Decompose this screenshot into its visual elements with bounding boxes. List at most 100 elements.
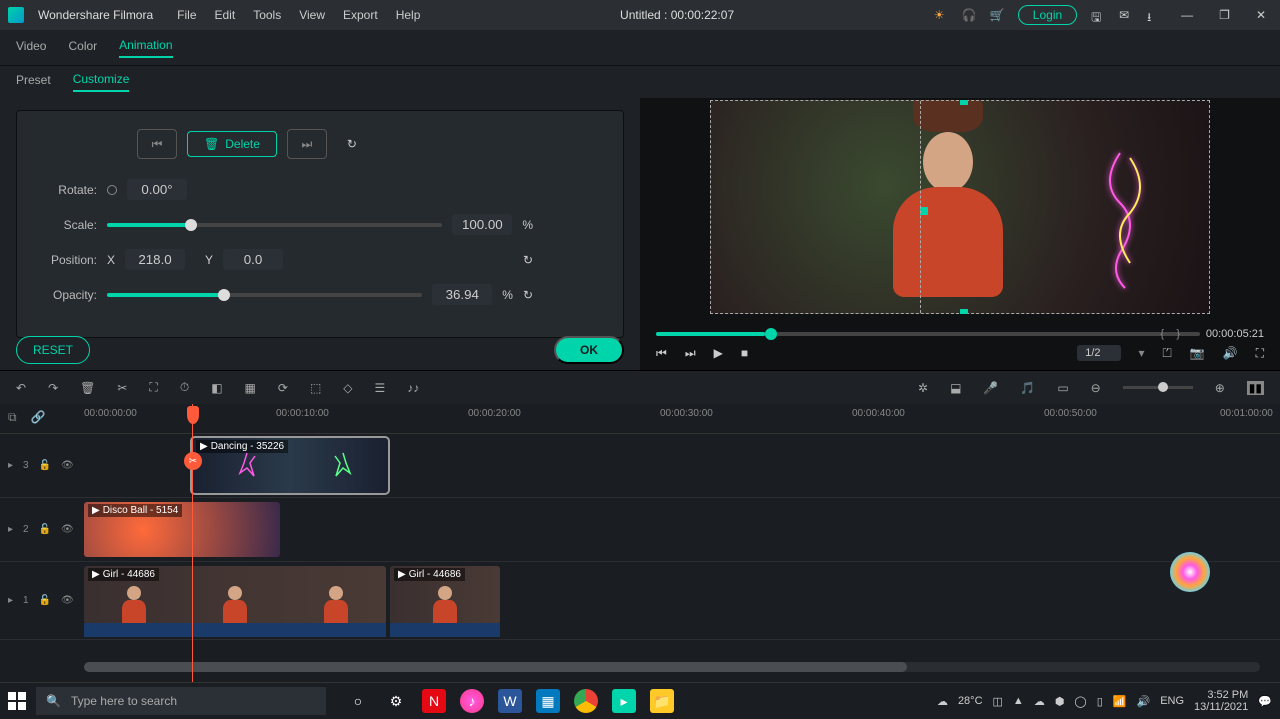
scale-input[interactable]: [452, 214, 512, 235]
brand-bubble-icon[interactable]: [1170, 552, 1210, 592]
marker-icon[interactable]: ⬓: [950, 381, 961, 395]
prev-keyframe-button[interactable]: ⏮: [137, 129, 177, 159]
opacity-slider[interactable]: [107, 293, 422, 297]
save-icon[interactable]: 🖫: [1091, 8, 1105, 22]
headphones-icon[interactable]: 🎧: [962, 8, 976, 22]
in-out-braces[interactable]: { }: [1160, 328, 1180, 340]
tab-preset[interactable]: Preset: [16, 73, 51, 91]
download-icon[interactable]: ⭳: [1147, 8, 1161, 22]
scale-slider[interactable]: [107, 223, 442, 227]
tray-app-4[interactable]: ◯: [1074, 695, 1086, 708]
next-keyframe-button[interactable]: ⏭: [287, 129, 327, 159]
stop-button[interactable]: ■: [741, 346, 748, 360]
reset-button[interactable]: RESET: [16, 336, 90, 364]
menu-help[interactable]: Help: [396, 8, 421, 22]
explorer-icon[interactable]: 📁: [650, 689, 674, 713]
selection-marquee[interactable]: [710, 100, 1210, 314]
word-icon[interactable]: W: [498, 689, 522, 713]
minimize-button[interactable]: —: [1175, 8, 1199, 22]
maximize-button[interactable]: ❐: [1213, 8, 1236, 22]
start-button[interactable]: [8, 692, 26, 710]
clip-girl-2[interactable]: ▶Girl - 44686: [390, 566, 500, 624]
close-button[interactable]: ✕: [1250, 8, 1272, 22]
login-button[interactable]: Login: [1018, 5, 1077, 25]
delete-icon[interactable]: 🗑: [80, 381, 95, 395]
opacity-input[interactable]: [432, 284, 492, 305]
tab-video[interactable]: Video: [16, 39, 46, 57]
audio-clip-1[interactable]: [84, 623, 386, 637]
trello-icon[interactable]: ▦: [536, 689, 560, 713]
position-reset-icon[interactable]: ↻: [523, 253, 533, 267]
rotate-input[interactable]: [127, 179, 187, 200]
zoom-in-icon[interactable]: ⊕: [1215, 381, 1225, 395]
weather-icon[interactable]: ☁: [937, 695, 948, 708]
tray-wifi-icon[interactable]: 📶: [1113, 695, 1127, 708]
handle-top[interactable]: [960, 100, 968, 105]
menu-edit[interactable]: Edit: [215, 8, 236, 22]
ok-button[interactable]: OK: [554, 336, 624, 364]
fullscreen-icon[interactable]: ⛶: [1256, 346, 1264, 361]
tray-app-1[interactable]: ◫: [993, 695, 1003, 708]
lock-icon[interactable]: 🔓: [39, 460, 51, 471]
cart-icon[interactable]: 🛒: [990, 8, 1004, 22]
crop-icon[interactable]: ⛶: [149, 380, 157, 395]
clip-disco[interactable]: ▶Disco Ball - 5154: [84, 502, 280, 557]
zoom-slider[interactable]: [1123, 386, 1193, 389]
play-button[interactable]: ▶: [714, 346, 723, 360]
reset-keyframe-icon[interactable]: ↻: [347, 137, 357, 151]
snapshot-icon[interactable]: 📷: [1190, 346, 1205, 360]
tab-animation[interactable]: Animation: [119, 38, 172, 58]
preview-zoom-select[interactable]: 1/2: [1077, 345, 1120, 361]
display-mode-icon[interactable]: ⏍: [1163, 346, 1172, 361]
notification-icon[interactable]: 💬: [1258, 695, 1272, 708]
split-icon[interactable]: ✂: [117, 381, 127, 395]
sun-icon[interactable]: ☀: [934, 8, 948, 22]
handle-mid[interactable]: [920, 207, 928, 215]
tab-color[interactable]: Color: [68, 39, 97, 57]
timeline-hscrollbar[interactable]: [84, 662, 1260, 672]
tray-app-3[interactable]: ⬢: [1055, 695, 1065, 708]
filmora-task-icon[interactable]: ▸: [612, 689, 636, 713]
visibility-icon[interactable]: 👁: [61, 595, 74, 606]
tray-clock[interactable]: 3:52 PM 13/11/2021: [1194, 689, 1248, 713]
pos-y-input[interactable]: [223, 249, 283, 270]
clip-dancing[interactable]: ▶Dancing - 35226: [192, 438, 388, 493]
tab-customize[interactable]: Customize: [73, 72, 130, 92]
layout-icon[interactable]: ▮▮: [1247, 381, 1264, 395]
green-screen-icon[interactable]: ▦: [245, 381, 256, 395]
taskbar-search[interactable]: 🔍 Type here to search: [36, 687, 326, 715]
visibility-icon[interactable]: 👁: [61, 460, 74, 471]
next-frame-button[interactable]: ⏭: [685, 346, 696, 361]
tray-onedrive-icon[interactable]: ☁: [1034, 695, 1045, 708]
menu-tools[interactable]: Tools: [253, 8, 281, 22]
opacity-reset-icon[interactable]: ↻: [523, 288, 533, 302]
visibility-icon[interactable]: 👁: [61, 524, 74, 535]
chrome-icon[interactable]: [574, 689, 598, 713]
undo-icon[interactable]: ↶: [16, 381, 26, 395]
mail-icon[interactable]: ✉: [1119, 8, 1133, 22]
snap-icon[interactable]: ▭: [1057, 381, 1068, 395]
tray-volume-icon[interactable]: 🔊: [1137, 695, 1151, 708]
tray-lang-icon[interactable]: ENG: [1160, 695, 1184, 707]
adjust-icon[interactable]: ☰: [375, 381, 386, 395]
split-marker-icon[interactable]: ✂: [184, 452, 202, 470]
itunes-icon[interactable]: ♪: [460, 689, 484, 713]
settings-icon[interactable]: ⚙: [384, 689, 408, 713]
tray-app-2[interactable]: ▲: [1013, 695, 1024, 707]
menu-file[interactable]: File: [177, 8, 196, 22]
delete-keyframe-button[interactable]: 🗑 Delete: [187, 131, 277, 157]
audio-icon[interactable]: ♪♪: [407, 381, 419, 395]
music-icon[interactable]: 🎵: [1020, 381, 1035, 395]
rotate-dot-icon[interactable]: [107, 185, 117, 195]
mix-icon[interactable]: ✲: [918, 381, 928, 395]
mic-icon[interactable]: 🎤: [983, 381, 998, 395]
netflix-icon[interactable]: N: [422, 689, 446, 713]
pos-x-input[interactable]: [125, 249, 185, 270]
prev-frame-button[interactable]: ⏮: [656, 346, 667, 361]
color-icon[interactable]: ◧: [211, 381, 222, 395]
tray-battery-icon[interactable]: ▯: [1097, 695, 1103, 708]
preview-scrubber[interactable]: [656, 332, 1200, 336]
speed-icon[interactable]: ⏱: [180, 380, 189, 395]
lock-icon[interactable]: 🔓: [39, 524, 51, 535]
render-icon[interactable]: ⟳: [278, 381, 288, 395]
